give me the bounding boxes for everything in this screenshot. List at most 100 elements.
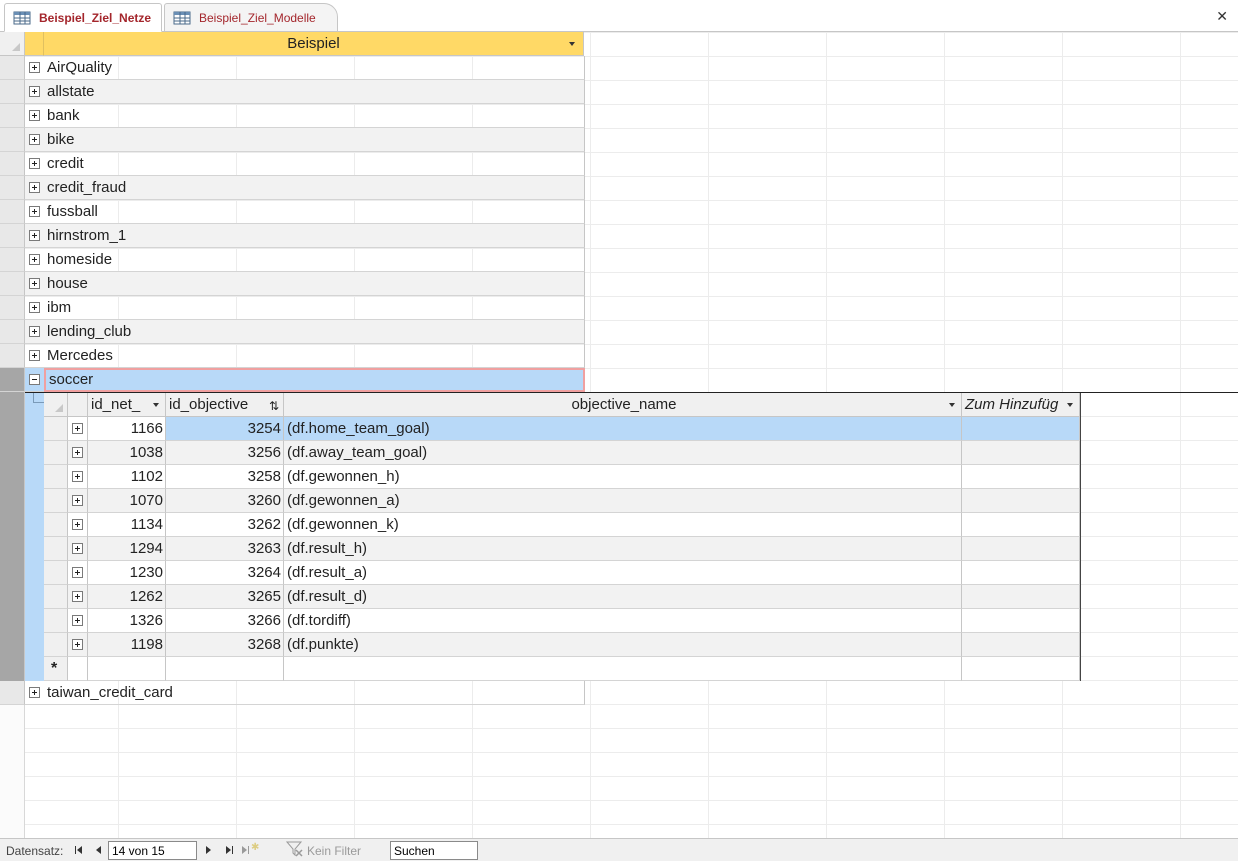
expand-plus-icon[interactable] <box>29 230 40 241</box>
select-all-corner[interactable] <box>0 32 25 56</box>
column-header-objective-name[interactable]: objective_name <box>284 393 962 417</box>
sort-filter-icon[interactable]: ⇅ <box>269 395 279 416</box>
table-row[interactable]: 1294 3263 (df.result_h) <box>44 537 1080 561</box>
column-header-id-objective[interactable]: id_objective ⇅ <box>166 393 284 417</box>
record-selector[interactable] <box>0 80 25 104</box>
expand-cell[interactable] <box>68 585 88 609</box>
expand-plus-icon[interactable] <box>29 278 40 289</box>
expand-cell[interactable] <box>25 248 44 272</box>
record-selector[interactable] <box>44 609 68 633</box>
record-selector[interactable] <box>0 128 25 152</box>
new-record-id-net-cell[interactable] <box>88 657 166 681</box>
expand-plus-icon[interactable] <box>72 519 83 530</box>
table-row[interactable]: 1134 3262 (df.gewonnen_k) <box>44 513 1080 537</box>
add-field-cell[interactable] <box>962 609 1080 633</box>
id-net-cell[interactable]: 1070 <box>88 489 166 513</box>
table-row[interactable]: allstate <box>0 80 585 104</box>
expand-plus-icon[interactable] <box>29 86 40 97</box>
filter-status-button[interactable]: Kein Filter <box>307 844 361 858</box>
objective-name-cell[interactable]: (df.home_team_goal) <box>284 417 962 441</box>
expand-plus-icon[interactable] <box>29 134 40 145</box>
dropdown-arrow-icon[interactable] <box>569 42 575 46</box>
id-net-cell[interactable]: 1198 <box>88 633 166 657</box>
expand-plus-icon[interactable] <box>72 447 83 458</box>
beispiel-cell[interactable]: allstate <box>44 80 585 104</box>
dropdown-arrow-icon[interactable] <box>1067 403 1073 407</box>
nav-next-icon[interactable] <box>204 845 216 856</box>
objective-name-cell[interactable]: (df.punkte) <box>284 633 962 657</box>
expand-cell[interactable] <box>68 417 88 441</box>
new-record-row[interactable]: * <box>44 657 1080 681</box>
table-row[interactable]: 1198 3268 (df.punkte) <box>44 633 1080 657</box>
expand-cell[interactable] <box>25 272 44 296</box>
record-selector[interactable] <box>0 152 25 176</box>
table-row[interactable]: Mercedes <box>0 344 585 368</box>
expand-plus-icon[interactable] <box>72 471 83 482</box>
expand-cell[interactable] <box>25 368 44 392</box>
expand-cell[interactable] <box>25 56 44 80</box>
current-record-field[interactable] <box>108 841 197 860</box>
objective-name-cell[interactable]: (df.tordiff) <box>284 609 962 633</box>
record-selector[interactable] <box>0 296 25 320</box>
beispiel-cell[interactable]: AirQuality <box>44 56 585 80</box>
search-input[interactable] <box>390 841 478 860</box>
expand-plus-icon[interactable] <box>29 687 40 698</box>
expand-cell[interactable] <box>25 128 44 152</box>
record-selector[interactable] <box>44 513 68 537</box>
add-field-cell[interactable] <box>962 441 1080 465</box>
beispiel-cell[interactable]: credit <box>44 152 585 176</box>
expand-plus-icon[interactable] <box>72 567 83 578</box>
expand-plus-icon[interactable] <box>72 639 83 650</box>
expand-cell[interactable] <box>68 513 88 537</box>
objective-name-cell[interactable]: (df.gewonnen_a) <box>284 489 962 513</box>
id-objective-cell[interactable]: 3258 <box>166 465 284 489</box>
expand-cell[interactable] <box>25 200 44 224</box>
objective-name-cell[interactable]: (df.result_h) <box>284 537 962 561</box>
record-selector[interactable] <box>44 441 68 465</box>
table-row[interactable]: 1166 3254 (df.home_team_goal) <box>44 417 1080 441</box>
expand-cell[interactable] <box>68 561 88 585</box>
add-field-cell[interactable] <box>962 537 1080 561</box>
table-row[interactable]: 1070 3260 (df.gewonnen_a) <box>44 489 1080 513</box>
beispiel-cell[interactable]: Mercedes <box>44 344 585 368</box>
table-row[interactable]: fussball <box>0 200 585 224</box>
record-selector[interactable] <box>44 417 68 441</box>
table-row-current[interactable]: soccer <box>0 368 585 392</box>
beispiel-cell[interactable]: soccer <box>44 368 585 392</box>
expand-plus-icon[interactable] <box>72 495 83 506</box>
column-header-beispiel[interactable]: Beispiel <box>44 32 584 56</box>
id-objective-cell[interactable]: 3254 <box>166 417 284 441</box>
beispiel-cell[interactable]: bank <box>44 104 585 128</box>
record-selector[interactable] <box>44 561 68 585</box>
id-net-cell[interactable]: 1038 <box>88 441 166 465</box>
sub-select-all-corner[interactable] <box>44 393 68 417</box>
beispiel-cell[interactable]: house <box>44 272 585 296</box>
nav-new-icon[interactable]: ✱ <box>242 842 260 856</box>
beispiel-cell[interactable]: lending_club <box>44 320 585 344</box>
record-selector[interactable] <box>0 104 25 128</box>
expand-cell[interactable] <box>68 609 88 633</box>
record-selector[interactable] <box>0 248 25 272</box>
new-record-objective-name-cell[interactable] <box>284 657 962 681</box>
table-row[interactable]: ibm <box>0 296 585 320</box>
expand-plus-icon[interactable] <box>72 543 83 554</box>
table-row[interactable]: bike <box>0 128 585 152</box>
objective-name-cell[interactable]: (df.result_a) <box>284 561 962 585</box>
beispiel-cell[interactable]: credit_fraud <box>44 176 585 200</box>
beispiel-cell[interactable]: ibm <box>44 296 585 320</box>
beispiel-cell[interactable]: bike <box>44 128 585 152</box>
record-selector[interactable] <box>0 224 25 248</box>
table-row[interactable]: bank <box>0 104 585 128</box>
table-row[interactable]: credit <box>0 152 585 176</box>
expand-cell[interactable] <box>25 320 44 344</box>
expand-cell[interactable] <box>68 633 88 657</box>
add-field-cell[interactable] <box>962 489 1080 513</box>
id-net-cell[interactable]: 1262 <box>88 585 166 609</box>
expand-cell[interactable] <box>25 224 44 248</box>
table-row[interactable]: homeside <box>0 248 585 272</box>
table-row[interactable]: AirQuality <box>0 56 585 80</box>
expand-plus-icon[interactable] <box>29 158 40 169</box>
nav-last-icon[interactable] <box>224 845 236 856</box>
objective-name-cell[interactable]: (df.gewonnen_k) <box>284 513 962 537</box>
expand-plus-icon[interactable] <box>29 62 40 73</box>
